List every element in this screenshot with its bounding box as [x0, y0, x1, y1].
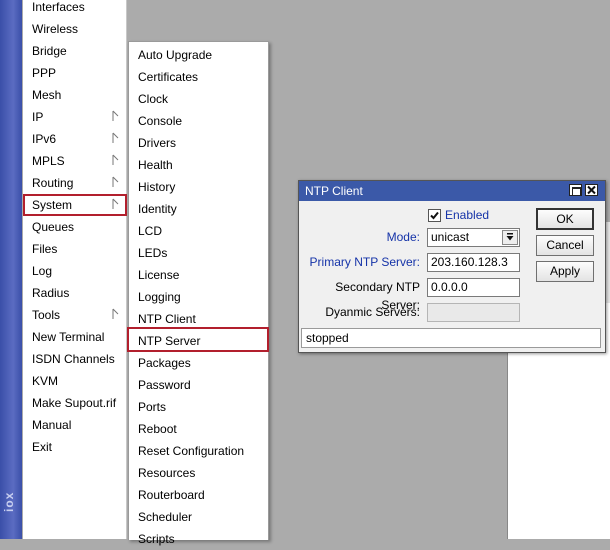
system-submenu: Auto Upgrade Certificates Clock Console Driv… — [127, 41, 269, 546]
close-icon[interactable] — [585, 184, 598, 196]
system-menu-item-auto-upgrade[interactable]: Auto Upgrade — [129, 44, 266, 66]
restore-icon[interactable] — [569, 184, 582, 196]
sidebar-item-label: Bridge — [32, 44, 67, 58]
sidebar-item-ip[interactable]: IP — [23, 106, 126, 128]
dialog-title: NTP Client — [305, 184, 363, 198]
sidebar-item-label: IP — [32, 110, 44, 124]
system-menu-item-scheduler[interactable]: Scheduler — [129, 506, 266, 528]
sidebar-item-make-supout-rif[interactable]: Make Supout.rif — [23, 392, 126, 414]
secondary-ntp-label: Secondary NTP Server: — [335, 280, 420, 312]
primary-ntp-label: Primary NTP Server: — [309, 255, 420, 269]
sidebar-item-manual[interactable]: Manual — [23, 414, 126, 436]
sidebar-item-label: KVM — [32, 374, 59, 388]
cancel-button[interactable]: Cancel — [536, 235, 594, 256]
sidebar-item-label: Make Supout.rif — [32, 396, 117, 410]
sidebar-item-log[interactable]: Log — [23, 260, 126, 282]
sidebar-item-label: Wireless — [32, 22, 79, 36]
sidebar-item-label: Exit — [32, 440, 53, 454]
system-menu-item-reset-configuration[interactable]: Reset Configuration — [129, 440, 266, 462]
mode-value: unicast — [431, 230, 470, 244]
submenu-arrow-icon — [112, 132, 119, 143]
system-menu-item-identity[interactable]: Identity — [129, 198, 266, 220]
system-menu-item-drivers[interactable]: Drivers — [129, 132, 266, 154]
sidebar-item-label: Files — [32, 242, 58, 256]
enabled-checkbox[interactable] — [428, 209, 441, 222]
sidebar-item-routing[interactable]: Routing — [23, 172, 126, 194]
secondary-ntp-field[interactable]: 0.0.0.0 — [427, 278, 520, 297]
sidebar-item-label: IPv6 — [32, 132, 57, 146]
sidebar-item-label: Log — [32, 264, 53, 278]
sidebar-item-mpls[interactable]: MPLS — [23, 150, 126, 172]
system-menu-item-clock[interactable]: Clock — [129, 88, 266, 110]
selected-item-highlight — [23, 194, 127, 216]
system-menu-item-password[interactable]: Password — [129, 374, 266, 396]
system-menu-item-license[interactable]: License — [129, 264, 266, 286]
brand-strip: iox — [0, 0, 22, 539]
submenu-arrow-icon — [112, 308, 119, 319]
mode-select[interactable]: unicast — [427, 228, 520, 247]
brand-text: iox — [2, 491, 16, 512]
sidebar-item-ppp[interactable]: PPP — [23, 62, 126, 84]
sidebar-item-label: Radius — [32, 286, 70, 300]
dynamic-servers-field — [427, 303, 520, 322]
ok-button[interactable]: OK — [536, 208, 594, 230]
submenu-arrow-icon — [112, 154, 119, 165]
sidebar-item-mesh[interactable]: Mesh — [23, 84, 126, 106]
system-menu-item-logging[interactable]: Logging — [129, 286, 266, 308]
sidebar-item-label: Tools — [32, 308, 61, 322]
sidebar-item-queues[interactable]: Queues — [23, 216, 126, 238]
enabled-label[interactable]: Enabled — [445, 206, 505, 224]
sidebar-item-wireless[interactable]: Wireless — [23, 18, 126, 40]
sidebar-item-label: ISDN Channels — [32, 352, 115, 366]
main-menu: Interfaces Wireless Bridge PPP Mesh IP IPv6 MPL… — [23, 0, 127, 539]
sidebar-item-label: PPP — [32, 66, 57, 80]
system-menu-item-health[interactable]: Health — [129, 154, 266, 176]
system-menu-item-console[interactable]: Console — [129, 110, 266, 132]
system-menu-item-leds[interactable]: LEDs — [129, 242, 266, 264]
check-icon — [430, 211, 439, 220]
sidebar-item-isdn-channels[interactable]: ISDN Channels — [23, 348, 126, 370]
system-menu-item-lcd[interactable]: LCD — [129, 220, 266, 242]
mode-label: Mode: — [386, 230, 420, 244]
sidebar-item-interfaces[interactable]: Interfaces — [23, 0, 126, 18]
dropdown-arrow-icon[interactable] — [502, 230, 518, 245]
dialog-titlebar[interactable]: NTP Client — [299, 181, 605, 201]
submenu-arrow-icon — [112, 176, 119, 187]
sidebar-item-ipv6[interactable]: IPv6 — [23, 128, 126, 150]
primary-ntp-field[interactable]: 203.160.128.3 — [427, 253, 520, 272]
system-menu-item-ports[interactable]: Ports — [129, 396, 266, 418]
sidebar-item-label: Mesh — [32, 88, 62, 102]
system-menu-item-routerboard[interactable]: Routerboard — [129, 484, 266, 506]
apply-button[interactable]: Apply — [536, 261, 594, 282]
system-menu-item-resources[interactable]: Resources — [129, 462, 266, 484]
sidebar-item-label: Queues — [32, 220, 75, 234]
sidebar-item-files[interactable]: Files — [23, 238, 126, 260]
sidebar-item-kvm[interactable]: KVM — [23, 370, 126, 392]
system-menu-item-packages[interactable]: Packages — [129, 352, 266, 374]
system-menu-item-history[interactable]: History — [129, 176, 266, 198]
sidebar-item-bridge[interactable]: Bridge — [23, 40, 126, 62]
sidebar-item-label: Routing — [32, 176, 74, 190]
sidebar-item-label: New Terminal — [32, 330, 105, 344]
sidebar-item-label: MPLS — [32, 154, 65, 168]
ntp-client-dialog: NTP Client Enabled Mode: unicast Primary… — [298, 180, 606, 353]
dynamic-servers-label: Dyanmic Servers: — [325, 305, 420, 319]
system-menu-item-certificates[interactable]: Certificates — [129, 66, 266, 88]
sidebar-item-radius[interactable]: Radius — [23, 282, 126, 304]
sidebar-item-label: Interfaces — [32, 0, 85, 14]
sidebar-item-tools[interactable]: Tools — [23, 304, 126, 326]
submenu-arrow-icon — [112, 110, 119, 121]
status-bar: stopped — [301, 328, 601, 348]
sidebar-item-exit[interactable]: Exit — [23, 436, 126, 458]
ntp-server-highlight — [127, 327, 269, 352]
system-menu-item-scripts[interactable]: Scripts — [129, 528, 266, 550]
sidebar-item-new-terminal[interactable]: New Terminal — [23, 326, 126, 348]
sidebar-item-label: Manual — [32, 418, 72, 432]
system-menu-item-reboot[interactable]: Reboot — [129, 418, 266, 440]
